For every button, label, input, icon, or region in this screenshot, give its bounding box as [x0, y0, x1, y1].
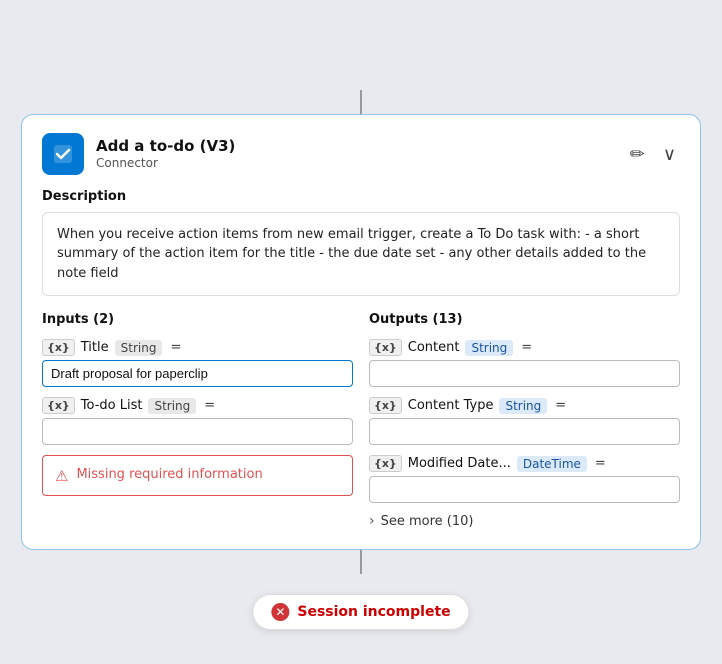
output-moddate-tag-row: {x} Modified Date... DateTime = [369, 455, 680, 472]
output-moddate-value[interactable] [369, 476, 680, 503]
output-contenttype-equals: = [555, 398, 566, 413]
output-moddate-type: DateTime [517, 456, 587, 472]
connector-title: Add a to-do (V3) [96, 137, 235, 155]
input-title-tag-row: {x} Title String = [42, 339, 353, 356]
session-text: Session incomplete [297, 604, 450, 620]
error-icon: ⚠ [55, 467, 68, 485]
error-box: ⚠ Missing required information [42, 455, 353, 496]
output-contenttype-tag-row: {x} Content Type String = [369, 397, 680, 414]
input-title-field: {x} Title String = [42, 339, 353, 387]
connector-card: Add a to-do (V3) Connector ✏ ∨ Descripti… [21, 114, 701, 551]
connector-icon [42, 133, 84, 175]
input-todolist-field: {x} To-do List String = [42, 397, 353, 445]
output-contenttype-icon: {x} [369, 397, 402, 414]
output-contenttype-type: String [499, 398, 547, 414]
input-title-equals: = [170, 340, 181, 355]
io-row: Inputs (2) {x} Title String = {x} To- [42, 312, 680, 529]
output-moddate-icon: {x} [369, 455, 402, 472]
input-title-value[interactable] [42, 360, 353, 387]
connector-info: Add a to-do (V3) Connector [96, 137, 235, 170]
description-label: Description [42, 189, 680, 204]
output-content-equals: = [521, 340, 532, 355]
input-title-name: Title [81, 340, 109, 355]
input-todolist-icon: {x} [42, 397, 75, 414]
output-moddate-name: Modified Date... [408, 456, 511, 471]
output-contenttype-field: {x} Content Type String = [369, 397, 680, 445]
input-title-icon: {x} [42, 339, 75, 356]
see-more-button[interactable]: › See more (10) [369, 513, 680, 529]
output-content-tag-row: {x} Content String = [369, 339, 680, 356]
input-todolist-value[interactable] [42, 418, 353, 445]
chevron-right-icon: › [369, 513, 375, 529]
header-left: Add a to-do (V3) Connector [42, 133, 235, 175]
output-moddate-field: {x} Modified Date... DateTime = [369, 455, 680, 503]
top-connector-line [360, 90, 362, 114]
error-text: Missing required information [76, 466, 262, 484]
output-contenttype-name: Content Type [408, 398, 494, 413]
todo-icon [51, 142, 75, 166]
header-right: ✏ ∨ [626, 143, 680, 165]
session-badge: ✕ Session incomplete [252, 594, 469, 630]
input-title-type: String [115, 340, 163, 356]
output-content-field: {x} Content String = [369, 339, 680, 387]
connector-subtitle: Connector [96, 156, 235, 170]
description-box: When you receive action items from new e… [42, 212, 680, 297]
output-content-icon: {x} [369, 339, 402, 356]
see-more-label: See more (10) [381, 514, 474, 529]
output-content-value[interactable] [369, 360, 680, 387]
inputs-column: Inputs (2) {x} Title String = {x} To- [42, 312, 353, 529]
output-content-name: Content [408, 340, 460, 355]
card-header: Add a to-do (V3) Connector ✏ ∨ [42, 133, 680, 175]
input-todolist-name: To-do List [81, 398, 143, 413]
outputs-column: Outputs (13) {x} Content String = {x} [369, 312, 680, 529]
output-contenttype-value[interactable] [369, 418, 680, 445]
inputs-label: Inputs (2) [42, 312, 353, 327]
edit-button[interactable]: ✏ [626, 143, 649, 165]
output-content-type: String [465, 340, 513, 356]
card-wrapper: Add a to-do (V3) Connector ✏ ∨ Descripti… [21, 90, 701, 575]
input-todolist-equals: = [204, 398, 215, 413]
bottom-connector-line [360, 550, 362, 574]
input-todolist-tag-row: {x} To-do List String = [42, 397, 353, 414]
collapse-button[interactable]: ∨ [659, 143, 680, 165]
input-todolist-type: String [148, 398, 196, 414]
output-moddate-equals: = [595, 456, 606, 471]
session-error-icon: ✕ [271, 603, 289, 621]
outputs-label: Outputs (13) [369, 312, 680, 327]
